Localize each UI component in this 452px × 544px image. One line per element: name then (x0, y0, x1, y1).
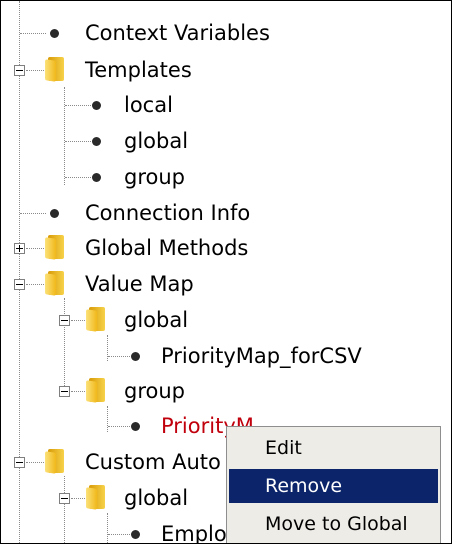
tree-item-label: group (124, 379, 185, 403)
expand-plus-icon[interactable] (14, 243, 25, 254)
collapse-minus-icon[interactable] (14, 457, 25, 468)
tree-item-label: Emplo (161, 522, 227, 544)
tree-item-label: global (124, 129, 189, 153)
tree-item-group[interactable]: group (1, 159, 451, 195)
collapse-minus-icon[interactable] (59, 315, 70, 326)
tree-connector (71, 320, 85, 321)
tree-connector (26, 284, 44, 285)
tree-item-label: Connection Info (85, 201, 251, 225)
tree-item-label: Context Variables (85, 21, 270, 45)
menu-item-remove[interactable]: Remove (229, 469, 438, 503)
folder-icon (86, 307, 106, 332)
folder-icon (45, 57, 65, 82)
bullet-icon (50, 29, 59, 38)
context-menu: Edit Remove Move to Global (226, 426, 441, 543)
tree-connector (20, 213, 46, 214)
tree-item-global[interactable]: global (1, 123, 451, 159)
collapse-minus-icon[interactable] (59, 386, 70, 397)
tree-connector (71, 391, 85, 392)
collapse-minus-icon[interactable] (14, 65, 25, 76)
tree-item-label: Global Methods (85, 236, 249, 260)
menu-item-edit[interactable]: Edit (229, 431, 438, 465)
tree-item-connection-info[interactable]: Connection Info (1, 195, 451, 231)
project-tree-panel: Context Variables Templates local global… (0, 0, 452, 544)
tree-connector (65, 105, 91, 106)
tree-connector (26, 70, 44, 71)
tree-item-local[interactable]: local (1, 87, 451, 123)
tree-connector (71, 498, 85, 499)
tree-item-label: Custom Auto (85, 450, 221, 474)
tree-connector (26, 462, 44, 463)
folder-icon (86, 378, 106, 403)
tree-item-value-map[interactable]: Value Map (1, 266, 451, 302)
menu-item-move-to-global[interactable]: Move to Global (229, 507, 438, 541)
folder-icon (45, 271, 65, 296)
folder-icon (45, 235, 65, 260)
folder-icon (45, 449, 65, 474)
tree-item-value-map-global[interactable]: global (1, 302, 451, 338)
tree-connector (108, 534, 130, 535)
tree-connector (65, 177, 91, 178)
tree-item-label: global (124, 486, 189, 510)
tree-item-label: global (124, 308, 189, 332)
tree-item-global-methods[interactable]: Global Methods (1, 230, 451, 266)
bullet-icon (92, 137, 101, 146)
tree-connector (26, 248, 44, 249)
tree-connector (108, 426, 130, 427)
tree-item-label: PriorityMap_forCSV (161, 344, 362, 368)
bullet-icon (131, 530, 140, 539)
tree-item-label: group (124, 165, 185, 189)
bullet-icon (92, 101, 101, 110)
bullet-icon (92, 173, 101, 182)
tree-item-value-map-group[interactable]: group (1, 373, 451, 409)
tree-connector (108, 356, 130, 357)
tree-item-label: Value Map (85, 272, 194, 296)
bullet-icon (131, 422, 140, 431)
tree-item-templates[interactable]: Templates (1, 52, 451, 88)
folder-icon (86, 485, 106, 510)
collapse-minus-icon[interactable] (14, 279, 25, 290)
tree-connector (65, 141, 91, 142)
tree-connector (20, 33, 46, 34)
collapse-minus-icon[interactable] (59, 493, 70, 504)
bullet-icon (131, 352, 140, 361)
tree-item-label: local (124, 93, 173, 117)
bullet-icon (50, 209, 59, 218)
tree-item-context-variables[interactable]: Context Variables (1, 15, 451, 51)
tree-item-label: Templates (85, 58, 192, 82)
tree-item-prioritymap-forcsv[interactable]: PriorityMap_forCSV (1, 338, 451, 374)
